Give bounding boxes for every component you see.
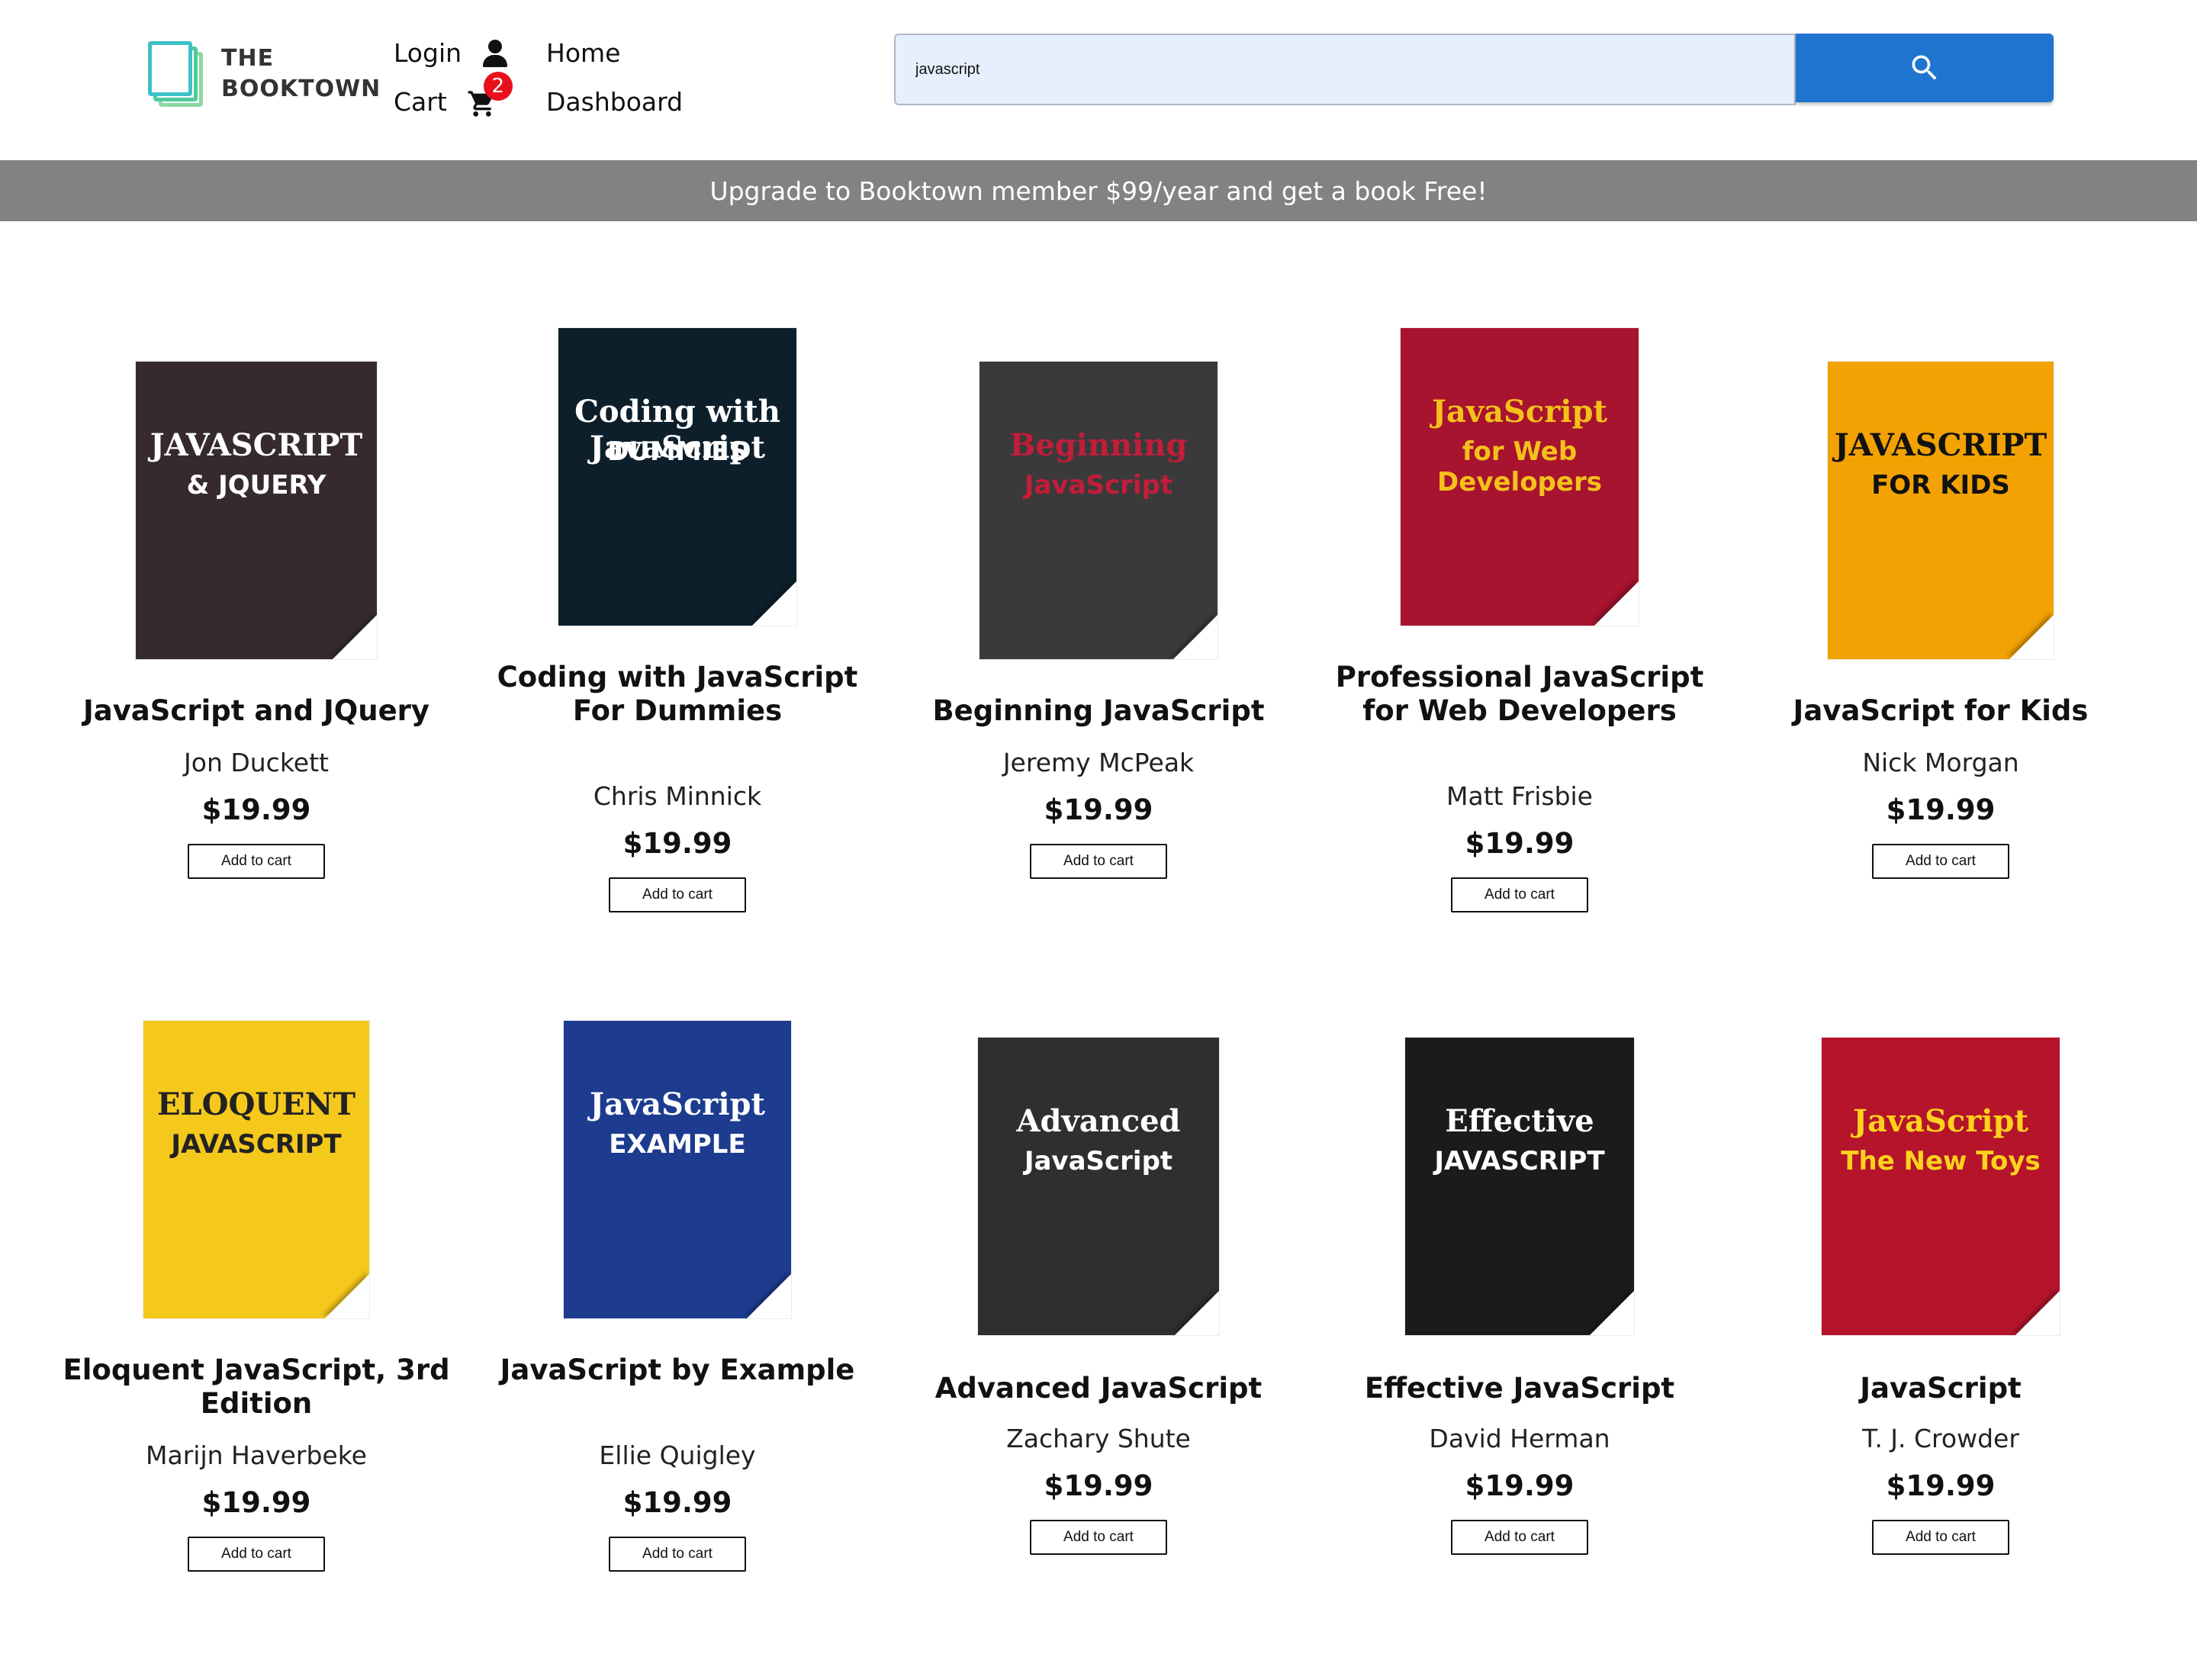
book-title[interactable]: Effective JavaScript: [1309, 1372, 1730, 1405]
add-to-cart-button[interactable]: Add to cart: [1872, 1520, 2009, 1555]
logo-line-1: THE: [221, 45, 275, 72]
search-button[interactable]: [1796, 34, 2054, 102]
cart-link[interactable]: Cart 2: [394, 71, 513, 117]
book-price: $19.99: [622, 827, 732, 860]
book-price: $19.99: [201, 1486, 311, 1519]
cover-subtitle-line: FOR KIDS: [1871, 470, 2010, 500]
book-title[interactable]: JavaScript and JQuery: [46, 694, 467, 728]
book-price: $19.99: [1465, 1469, 1575, 1502]
add-to-cart-button[interactable]: Add to cart: [188, 1537, 325, 1572]
add-to-cart-button[interactable]: Add to cart: [609, 877, 746, 912]
user-icon: [481, 39, 509, 67]
cover-subtitle-line: JAVASCRIPT: [171, 1129, 342, 1160]
booktown-logo[interactable]: THE BOOKTOWN: [148, 41, 381, 107]
book-title[interactable]: Advanced JavaScript: [888, 1372, 1309, 1405]
book-title[interactable]: JavaScript by Example: [467, 1353, 888, 1387]
cover-title-line: Advanced: [1016, 1103, 1181, 1139]
book-price: $19.99: [622, 1486, 732, 1519]
add-to-cart-button[interactable]: Add to cart: [1451, 1520, 1588, 1555]
cover-subtitle-line: The New Toys: [1841, 1146, 2041, 1176]
book-author: Nick Morgan: [1862, 748, 2019, 777]
book-author: Ellie Quigley: [599, 1440, 756, 1470]
cart-label: Cart: [394, 87, 447, 117]
book-cover-image[interactable]: JavaScript for Web Developers: [1401, 328, 1639, 626]
cover-title-line: JavaScript: [590, 1086, 765, 1122]
cover-title-line: ELOQUENT: [157, 1086, 355, 1122]
book-price: $19.99: [1886, 1469, 1996, 1502]
add-to-cart-button[interactable]: Add to cart: [1451, 877, 1588, 912]
book-cover-image[interactable]: JAVASCRIPT & JQUERY: [136, 362, 377, 659]
cover-title-line: JavaScript: [1432, 394, 1607, 430]
book-price: $19.99: [1044, 793, 1153, 826]
dashboard-link[interactable]: Dashboard: [546, 87, 683, 117]
cover-subtitle-line: JavaScript: [1024, 470, 1173, 500]
book-title[interactable]: Professional JavaScript for Web Develope…: [1309, 661, 1730, 728]
cover-subtitle-line: for Web Developers: [1437, 436, 1602, 497]
book-author: T. J. Crowder: [1862, 1424, 2019, 1453]
cover-subtitle-line: DUMMIES: [607, 436, 748, 467]
book-author: Chris Minnick: [593, 781, 762, 811]
book-title[interactable]: JavaScript for Kids: [1730, 694, 2151, 728]
cart-icon: 2: [467, 71, 513, 117]
cover-title-line: JAVASCRIPT: [1834, 427, 2047, 463]
logo-text: THE BOOKTOWN: [221, 43, 381, 105]
cover-subtitle-line: & JQUERY: [186, 470, 326, 500]
search-input[interactable]: [894, 34, 1796, 105]
book-cover-image[interactable]: JAVASCRIPT FOR KIDS: [1828, 362, 2054, 659]
book-author: Matt Frisbie: [1446, 781, 1593, 811]
book-price: $19.99: [1886, 793, 1996, 826]
add-to-cart-button[interactable]: Add to cart: [1030, 1520, 1167, 1555]
book-cover-image[interactable]: Coding with JavaScript DUMMIES: [558, 328, 796, 626]
add-to-cart-button[interactable]: Add to cart: [1030, 844, 1167, 879]
book-title[interactable]: JavaScript: [1730, 1372, 2151, 1405]
search-icon: [1912, 55, 1937, 80]
logo-line-2: BOOKTOWN: [221, 76, 381, 102]
site-header: THE BOOKTOWN Login Cart 2 Home Dashboard: [0, 0, 2197, 160]
cover-subtitle-line: JAVASCRIPT: [1434, 1146, 1605, 1176]
membership-banner: Upgrade to Booktown member $99/year and …: [0, 160, 2197, 221]
book-price: $19.99: [201, 793, 311, 826]
book-cover-image[interactable]: Effective JAVASCRIPT: [1405, 1038, 1634, 1335]
book-author: Zachary Shute: [1006, 1424, 1191, 1453]
cover-title-line: JAVASCRIPT: [150, 427, 363, 463]
cart-count-badge: 2: [483, 71, 513, 101]
book-author: Marijn Haverbeke: [146, 1440, 367, 1470]
login-link[interactable]: Login: [394, 38, 509, 68]
book-cover-image[interactable]: Advanced JavaScript: [978, 1038, 1219, 1335]
login-label: Login: [394, 38, 462, 68]
book-author: David Herman: [1429, 1424, 1610, 1453]
add-to-cart-button[interactable]: Add to cart: [1872, 844, 2009, 879]
add-to-cart-button[interactable]: Add to cart: [188, 844, 325, 879]
cover-title-line: Beginning: [1009, 427, 1188, 463]
add-to-cart-button[interactable]: Add to cart: [609, 1537, 746, 1572]
book-cover-image[interactable]: JavaScript The New Toys: [1822, 1038, 2060, 1335]
book-title[interactable]: Coding with JavaScript For Dummies: [467, 661, 888, 728]
cover-subtitle-line: EXAMPLE: [609, 1129, 746, 1160]
book-author: Jon Duckett: [184, 748, 329, 777]
book-author: Jeremy McPeak: [1002, 748, 1195, 777]
cover-subtitle-line: JavaScript: [1024, 1146, 1173, 1176]
logo-icon: [148, 41, 204, 107]
book-price: $19.99: [1044, 1469, 1153, 1502]
book-price: $19.99: [1465, 827, 1575, 860]
book-title[interactable]: Eloquent JavaScript, 3rd Edition: [46, 1353, 467, 1421]
home-link[interactable]: Home: [546, 38, 620, 68]
book-cover-image[interactable]: JavaScript EXAMPLE: [564, 1021, 791, 1318]
book-cover-image[interactable]: ELOQUENT JAVASCRIPT: [143, 1021, 369, 1318]
book-cover-image[interactable]: Beginning JavaScript: [979, 362, 1218, 659]
cover-title-line: Effective: [1445, 1103, 1594, 1139]
book-title[interactable]: Beginning JavaScript: [888, 694, 1309, 728]
cover-title-line: JavaScript: [1853, 1103, 2028, 1139]
